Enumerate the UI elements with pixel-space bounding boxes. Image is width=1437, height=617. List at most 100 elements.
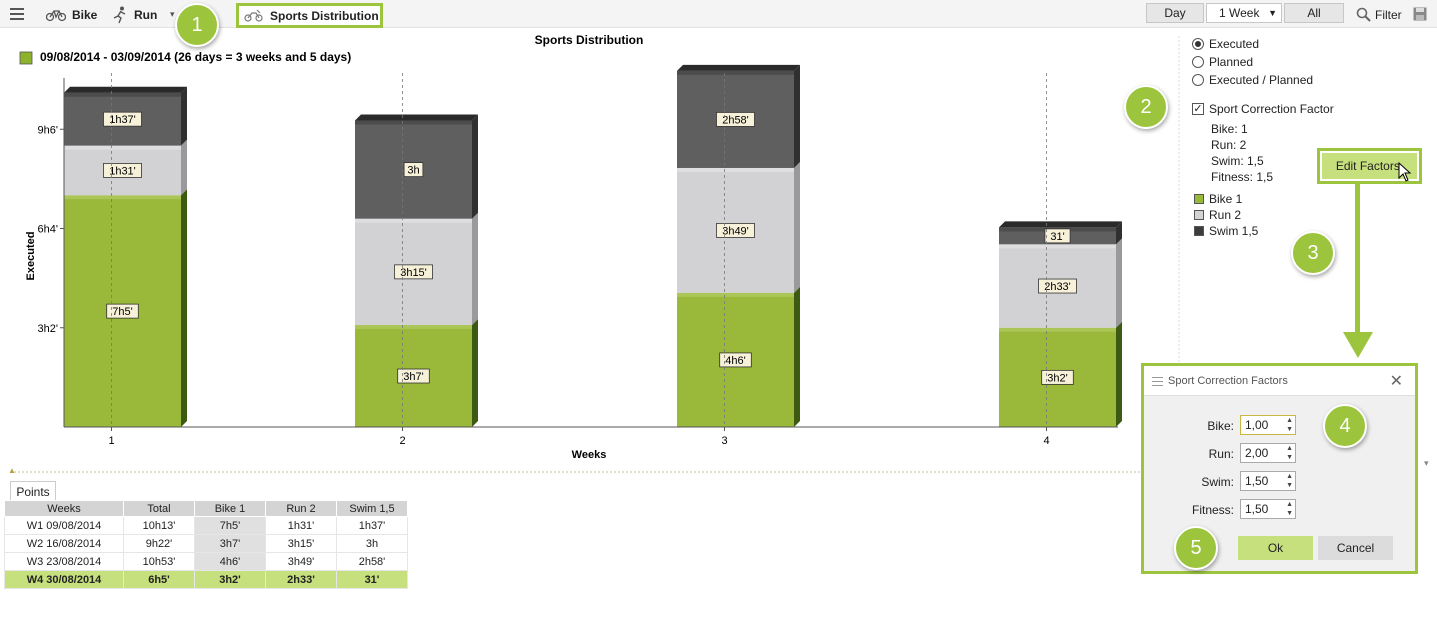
period-range-value: 1 Week <box>1219 6 1260 20</box>
sport-correction-label: Sport Correction Factor <box>1209 102 1334 116</box>
mode-planned-label: Planned <box>1209 55 1254 69</box>
chart-title: Sports Distribution <box>535 33 644 47</box>
toolbar-bike[interactable]: Bike <box>46 6 97 24</box>
table-row[interactable]: W1 09/08/2014 10h13' 7h5' 1h31' 1h37' <box>4 516 408 535</box>
toolbar-run-label: Run <box>134 8 158 22</box>
legend-run-label: Run 2 <box>1209 208 1242 222</box>
radio-indicator <box>1192 56 1204 68</box>
table-row[interactable]: W3 23/08/2014 10h53' 4h6' 3h49' 2h58' <box>4 552 408 571</box>
bike-icon <box>46 10 66 22</box>
cell-run: 1h31' <box>265 516 337 535</box>
bar-cap-run <box>64 145 181 150</box>
radio-indicator <box>1192 38 1204 50</box>
factor-fitness: Fitness: 1,5 <box>1211 170 1274 184</box>
bar-side-run <box>181 139 187 196</box>
x-axis-label: Weeks <box>572 449 607 461</box>
run-icon <box>113 6 126 24</box>
cell-bike: 4h6' <box>194 552 266 571</box>
data-label: 1h37' <box>109 114 136 126</box>
period-range-select[interactable]: 1 Week ▼ <box>1206 3 1282 23</box>
spinner-arrows-icon[interactable]: ▲ ▼ <box>1286 416 1293 434</box>
legend-run: Run 2 <box>1194 208 1241 222</box>
period-day-label: Day <box>1164 6 1186 20</box>
y-tick-label: 6h4' <box>38 224 58 236</box>
legend-bike-label: Bike 1 <box>1209 192 1243 206</box>
tab-sports-distribution-label: Sports Distribution <box>270 8 379 23</box>
data-label: 3h <box>407 165 419 177</box>
bar-cap-run <box>999 244 1116 249</box>
bar-cap-bike <box>677 292 794 297</box>
points-table: Weeks Total Bike 1 Run 2 Swim 1,5 W1 09/… <box>4 500 408 589</box>
bar-side-bike <box>472 319 478 427</box>
table-row[interactable]: W2 16/08/2014 9h22' 3h7' 3h15' 3h <box>4 534 408 553</box>
run-factor-value: 2,00 <box>1245 446 1269 460</box>
cell-swim: 2h58' <box>336 552 408 571</box>
dialog-title-bar[interactable]: Sport Correction Factors ✕ <box>1144 366 1415 396</box>
callout-1: 1 <box>175 3 219 47</box>
close-icon[interactable]: ✕ <box>1390 371 1403 391</box>
period-all-button[interactable]: All <box>1284 3 1344 23</box>
callout-2: 2 <box>1124 85 1168 129</box>
cancel-button[interactable]: Cancel <box>1318 536 1393 560</box>
tab-sports-distribution[interactable]: Sports Distribution <box>236 3 383 28</box>
annotation-arrow <box>1355 184 1360 334</box>
data-label: 3h49' <box>722 225 749 237</box>
scroll-down-icon[interactable]: ▾ <box>1424 458 1429 469</box>
bar-cap-bike <box>64 195 181 200</box>
data-label: 31' <box>1050 231 1064 243</box>
bar-top <box>677 64 800 71</box>
cell-total: 6h5' <box>123 570 195 589</box>
spinner-arrows-icon[interactable]: ▲ ▼ <box>1286 444 1293 462</box>
mode-executed-label: Executed <box>1209 37 1260 51</box>
spinner-arrows-icon[interactable]: ▲ ▼ <box>1286 500 1293 518</box>
col-weeks[interactable]: Weeks <box>4 500 124 517</box>
spinner-arrows-icon[interactable]: ▲ ▼ <box>1286 472 1293 490</box>
bar-side-bike <box>794 286 800 427</box>
cell-swim: 3h <box>336 534 408 553</box>
dialog-title: Sport Correction Factors <box>1168 375 1288 387</box>
period-day-button[interactable]: Day <box>1146 3 1204 23</box>
fitness-factor-value: 1,50 <box>1245 502 1269 516</box>
ok-button[interactable]: Ok <box>1238 536 1313 560</box>
bar-cap-swim <box>64 92 181 97</box>
fitness-factor-input[interactable]: 1,50 ▲ ▼ <box>1240 499 1296 519</box>
save-icon[interactable] <box>1413 7 1427 21</box>
cell-week: W2 16/08/2014 <box>4 534 124 553</box>
mode-executed-radio[interactable]: Executed <box>1192 37 1259 51</box>
edit-factors-label: Edit Factors. <box>1335 159 1404 173</box>
data-label: 3h7' <box>403 371 423 383</box>
sport-correction-checkbox[interactable]: ✓ Sport Correction Factor <box>1192 102 1334 116</box>
col-swim[interactable]: Swim 1,5 <box>336 500 408 517</box>
cell-run: 2h33' <box>265 570 337 589</box>
bike-field-label: Bike: <box>1207 419 1234 433</box>
col-run[interactable]: Run 2 <box>265 500 337 517</box>
filter-button[interactable]: Filter <box>1356 7 1402 22</box>
callout-5: 5 <box>1174 526 1218 570</box>
period-all-label: All <box>1307 6 1321 20</box>
toolbar-run[interactable]: Run <box>112 6 157 24</box>
x-tick-label: 2 <box>399 435 405 447</box>
mode-executed-planned-label: Executed / Planned <box>1209 73 1314 87</box>
mode-executed-planned-radio[interactable]: Executed / Planned <box>1192 73 1313 87</box>
table-row-selected[interactable]: W4 30/08/2014 6h5' 3h2' 2h33' 31' <box>4 570 408 589</box>
data-label: 1h31' <box>109 165 136 177</box>
run-factor-input[interactable]: 2,00 ▲ ▼ <box>1240 443 1296 463</box>
toolbar-dropdown-icon[interactable]: ▾ <box>170 9 175 20</box>
col-total[interactable]: Total <box>123 500 195 517</box>
col-bike[interactable]: Bike 1 <box>194 500 266 517</box>
bike-factor-input[interactable]: 1,00 ▲ ▼ <box>1240 415 1296 435</box>
run-field-label: Run: <box>1208 447 1234 461</box>
menu-icon[interactable] <box>10 8 24 20</box>
factor-run: Run: 2 <box>1211 138 1247 152</box>
bar-side-swim <box>181 86 187 146</box>
tab-points-label: Points <box>16 484 50 499</box>
date-range-swatch <box>19 51 33 65</box>
legend-swim-label: Swim 1,5 <box>1209 224 1259 238</box>
x-tick-label: 1 <box>108 435 114 447</box>
bar-cap-bike <box>999 327 1116 332</box>
tab-points[interactable]: Points <box>10 481 56 501</box>
search-icon <box>1356 7 1371 22</box>
mode-planned-radio[interactable]: Planned <box>1192 55 1253 69</box>
swim-factor-input[interactable]: 1,50 ▲ ▼ <box>1240 471 1296 491</box>
dialog-menu-icon <box>1152 377 1163 386</box>
